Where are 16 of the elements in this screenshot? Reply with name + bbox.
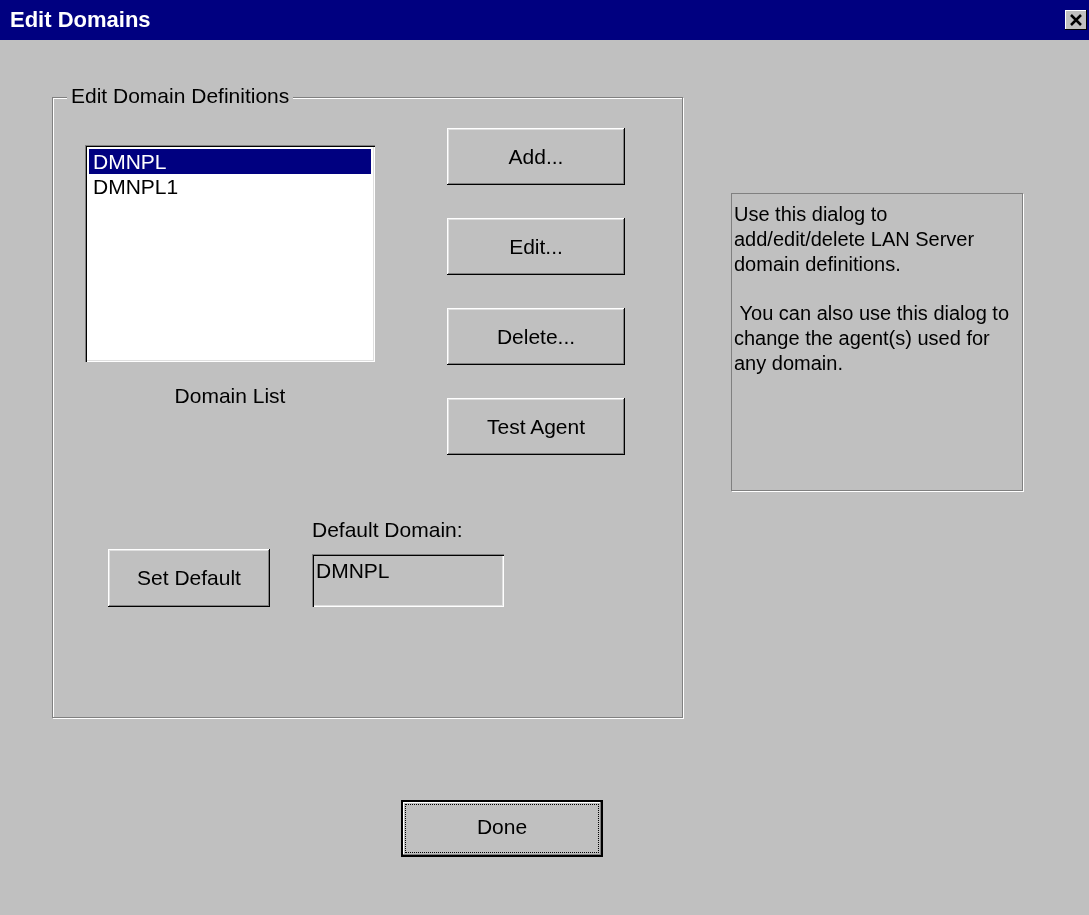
field-label: Default Domain: bbox=[312, 518, 464, 542]
list-item[interactable]: DMNPL bbox=[89, 149, 371, 174]
default-domain-field[interactable]: DMNPL bbox=[312, 554, 504, 607]
help-paragraph: You can also use this dialog to change the agent(s) used for any domain. bbox=[734, 301, 1010, 376]
domain-list[interactable]: DMNPL DMNPL1 bbox=[85, 145, 375, 362]
action-button[interactable]: Add... bbox=[447, 128, 625, 185]
action-button[interactable]: Test Agent bbox=[447, 398, 625, 455]
action-button[interactable]: Edit... bbox=[447, 218, 625, 275]
done-button[interactable]: Done bbox=[401, 800, 603, 857]
list-caption: Domain List bbox=[174, 384, 286, 408]
list-item[interactable]: DMNPL1 bbox=[89, 174, 371, 199]
set-default-button[interactable]: Set Default bbox=[108, 549, 270, 607]
window-title: Edit Domains bbox=[10, 7, 151, 33]
help-paragraph: Use this dialog to add/edit/delete LAN Server domain definitions. bbox=[734, 202, 976, 277]
action-button[interactable]: Delete... bbox=[447, 308, 625, 365]
close-icon[interactable] bbox=[1065, 10, 1087, 30]
